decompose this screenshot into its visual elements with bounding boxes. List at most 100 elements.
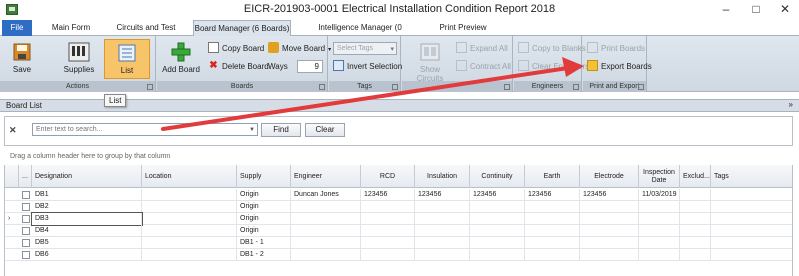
cell-continuity[interactable]: [470, 213, 525, 225]
cell-supply[interactable]: Origin: [237, 225, 291, 237]
table-row[interactable]: DB2 Origin: [5, 201, 792, 213]
cell-excluded[interactable]: [680, 225, 711, 237]
row-checkbox[interactable]: [22, 227, 30, 235]
expand-all-button[interactable]: Expand All: [456, 42, 508, 55]
cell-insulation[interactable]: [415, 237, 470, 249]
cell-electrode[interactable]: [580, 225, 639, 237]
column-header-continuity[interactable]: Continuity: [470, 165, 525, 188]
cell-earth[interactable]: [525, 249, 580, 261]
search-input[interactable]: Enter text to search... ▼: [32, 123, 258, 136]
cell-tags[interactable]: [711, 189, 792, 201]
table-row[interactable]: › DB3 Origin: [5, 212, 792, 226]
row-checkbox[interactable]: [22, 215, 30, 223]
cell-tags[interactable]: [711, 213, 792, 225]
supplies-button[interactable]: Supplies: [60, 39, 98, 79]
tab-main-form[interactable]: Main Form: [46, 20, 96, 36]
cell-engineer[interactable]: [291, 213, 361, 225]
cell-supply[interactable]: DB1 - 2: [237, 249, 291, 261]
cell-excluded[interactable]: [680, 201, 711, 213]
copy-to-blanks-button[interactable]: Copy to Blanks: [518, 42, 586, 55]
cell-earth[interactable]: [525, 237, 580, 249]
column-header-rcd[interactable]: RCD: [361, 165, 415, 188]
cell-insulation[interactable]: [415, 249, 470, 261]
maximize-button[interactable]: □: [748, 2, 764, 16]
column-header-location[interactable]: Location: [142, 165, 237, 188]
cell-electrode[interactable]: [580, 213, 639, 225]
column-header-tags[interactable]: Tags: [711, 165, 792, 188]
engineers-launcher-icon[interactable]: [573, 84, 579, 90]
cell-earth[interactable]: [525, 225, 580, 237]
cell-rcd[interactable]: [361, 237, 415, 249]
cell-insulation[interactable]: [415, 201, 470, 213]
cell-inspection-date[interactable]: [639, 201, 680, 213]
clear-engineers-button[interactable]: Clear Engineers: [518, 60, 589, 73]
cell-rcd[interactable]: 123456: [361, 189, 415, 201]
cell-rcd[interactable]: [361, 249, 415, 261]
cell-tags[interactable]: [711, 201, 792, 213]
tab-intelligence-manager[interactable]: Intelligence Manager (0 Statements): [298, 20, 422, 48]
cell-insulation[interactable]: [415, 213, 470, 225]
column-header-earth[interactable]: Earth: [525, 165, 580, 188]
cell-inspection-date[interactable]: [639, 249, 680, 261]
circuits-launcher-icon[interactable]: [504, 84, 510, 90]
cell-engineer[interactable]: [291, 249, 361, 261]
cell-location[interactable]: [142, 225, 237, 237]
cell-electrode[interactable]: [580, 249, 639, 261]
list-button[interactable]: List: [104, 39, 150, 79]
cell-supply[interactable]: Origin: [237, 213, 291, 225]
column-header-inspection-date[interactable]: Inspection Date: [639, 165, 680, 188]
column-header-select[interactable]: ...: [19, 165, 32, 188]
cell-engineer[interactable]: [291, 237, 361, 249]
cell-designation[interactable]: DB5: [32, 237, 142, 249]
tags-launcher-icon[interactable]: [392, 84, 398, 90]
ways-spinner[interactable]: 9: [297, 60, 323, 73]
cell-designation[interactable]: DB1: [32, 189, 142, 201]
column-header-supply[interactable]: Supply: [237, 165, 291, 188]
cell-electrode[interactable]: 123456: [580, 189, 639, 201]
cell-designation[interactable]: DB3: [31, 212, 143, 226]
cell-engineer[interactable]: [291, 201, 361, 213]
cell-insulation[interactable]: 123456: [415, 189, 470, 201]
cell-excluded[interactable]: [680, 189, 711, 201]
export-boards-button[interactable]: Export Boards: [587, 60, 652, 73]
cell-continuity[interactable]: 123456: [470, 189, 525, 201]
row-checkbox[interactable]: [22, 191, 30, 199]
table-row[interactable]: DB5 DB1 - 1: [5, 237, 792, 249]
cell-continuity[interactable]: [470, 201, 525, 213]
cell-continuity[interactable]: [470, 225, 525, 237]
column-header-designation[interactable]: Designation: [32, 165, 142, 188]
cell-supply[interactable]: Origin: [237, 201, 291, 213]
clear-button[interactable]: Clear: [305, 123, 345, 137]
cell-location[interactable]: [142, 189, 237, 201]
cell-excluded[interactable]: [680, 249, 711, 261]
tab-board-manager[interactable]: Board Manager (6 Boards): [193, 20, 291, 37]
cell-earth[interactable]: [525, 213, 580, 225]
minimize-button[interactable]: –: [718, 2, 734, 16]
cell-excluded[interactable]: [680, 237, 711, 249]
cell-designation[interactable]: DB2: [32, 201, 142, 213]
row-checkbox[interactable]: [22, 203, 30, 211]
chevron-down-icon[interactable]: ▼: [249, 125, 255, 136]
cell-location[interactable]: [142, 249, 237, 261]
cell-continuity[interactable]: [470, 249, 525, 261]
cell-engineer[interactable]: [291, 225, 361, 237]
add-board-button[interactable]: Add Board: [161, 39, 201, 79]
cell-electrode[interactable]: [580, 201, 639, 213]
cell-rcd[interactable]: [361, 225, 415, 237]
cell-tags[interactable]: [711, 249, 792, 261]
cell-electrode[interactable]: [580, 237, 639, 249]
tab-file[interactable]: File: [2, 20, 32, 36]
print-export-launcher-icon[interactable]: [638, 84, 644, 90]
contract-all-button[interactable]: Contract All: [456, 60, 511, 73]
cell-designation[interactable]: DB6: [32, 249, 142, 261]
cell-engineer[interactable]: Duncan Jones: [291, 189, 361, 201]
cell-supply[interactable]: DB1 - 1: [237, 237, 291, 249]
column-header-electrode[interactable]: Electrode: [580, 165, 639, 188]
column-header-excluded[interactable]: Exclud...: [680, 165, 711, 188]
cell-supply[interactable]: Origin: [237, 189, 291, 201]
collapse-icon[interactable]: »: [789, 100, 793, 109]
cell-inspection-date[interactable]: 11/03/2019: [639, 189, 680, 201]
cell-rcd[interactable]: [361, 213, 415, 225]
cell-tags[interactable]: [711, 225, 792, 237]
tab-circuits-and-test-results[interactable]: Circuits and Test Results: [103, 20, 189, 48]
